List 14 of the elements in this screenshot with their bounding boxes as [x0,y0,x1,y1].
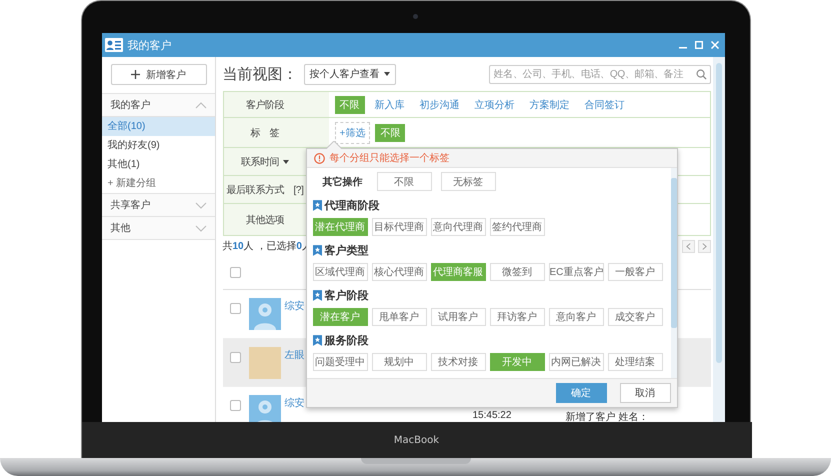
notice-text: 每个分组只能选择一个标签 [330,152,450,165]
group-title: 我的客户 [110,98,150,112]
tag-group-title: 服务阶段 [324,334,368,348]
tag-group-title: 客户类型 [324,244,368,258]
view-label: 当前视图： [222,64,298,84]
filter-label-cell: 客户阶段 [224,92,328,117]
filter-label-cell: 标 签 [224,118,328,147]
brand-label: MacBook [394,434,440,446]
activity-time: 15:45:22 [472,410,512,421]
window-title: 我的客户 [128,38,172,52]
activity-text: 新增了客户 姓名： [566,410,648,422]
group-title: 其他 [110,222,130,235]
group-title: 共享客户 [110,198,150,212]
tag-group-title: 客户阶段 [324,288,368,303]
